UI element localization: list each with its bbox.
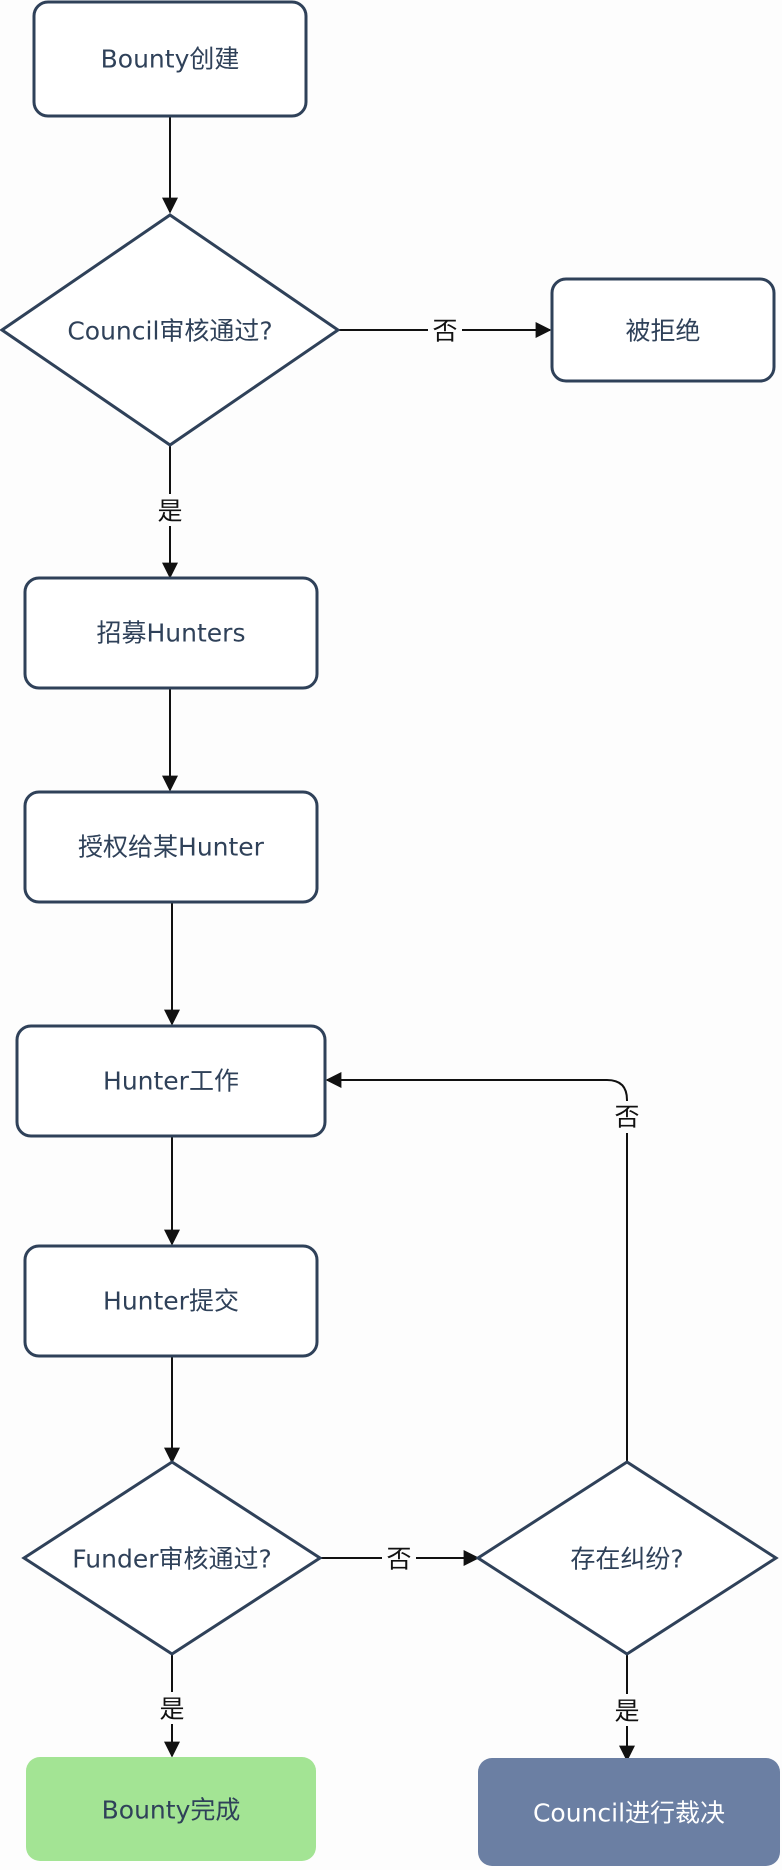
node-label: Funder审核通过? [72,1545,272,1574]
edge-label-council-yes: 是 [157,497,182,526]
edge-label-funder-no: 否 [386,1545,411,1574]
node-label: 授权给某Hunter [78,833,265,862]
edge-label-council-no: 否 [432,317,457,346]
node-council-arbitration: Council进行裁决 [478,1758,780,1866]
node-label: 被拒绝 [625,317,700,346]
node-funder-review: Funder审核通过? [21,1460,323,1656]
node-hunter-submit: Hunter提交 [23,1244,319,1358]
node-label: Council审核通过? [67,317,272,346]
edge-label-funder-yes: 是 [159,1695,184,1724]
edge-label-dispute-yes: 是 [614,1697,639,1726]
node-recruit-hunters: 招募Hunters [23,576,319,690]
node-label: Bounty完成 [102,1796,241,1825]
node-label: 存在纠纷? [570,1545,683,1574]
node-council-review: Council审核通过? [0,213,341,447]
node-hunter-work: Hunter工作 [15,1024,327,1138]
node-bounty-created: Bounty创建 [32,0,308,118]
flowchart: 否 是 否 是 否 是 Bounty创建 Council审核通过? 被拒绝 招募… [0,0,780,1866]
edge-label-dispute-no: 否 [614,1103,639,1132]
edge-dispute-no [325,1072,628,1462]
node-bounty-done: Bounty完成 [26,1757,316,1861]
node-label: 招募Hunters [97,619,246,648]
node-label: Hunter提交 [103,1287,239,1316]
node-rejected: 被拒绝 [550,277,776,383]
node-label: Bounty创建 [101,45,240,74]
node-dispute: 存在纠纷? [475,1460,779,1656]
node-label: Council进行裁决 [533,1799,725,1828]
node-label: Hunter工作 [103,1067,239,1096]
node-authorize-hunter: 授权给某Hunter [23,790,319,904]
